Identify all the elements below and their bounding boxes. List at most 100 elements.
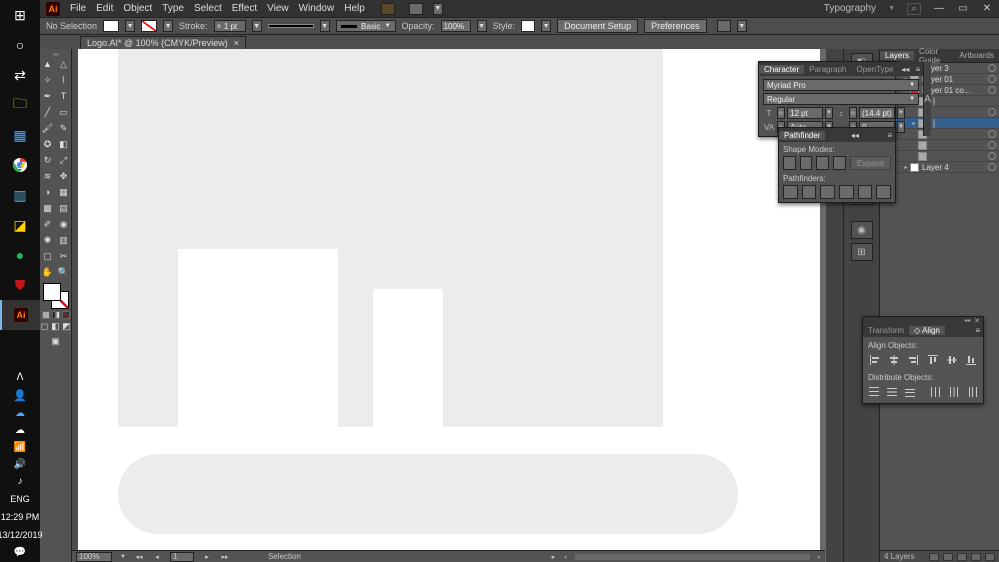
tab-character[interactable]: Character	[759, 65, 804, 74]
leading-stepper[interactable]: ≎	[849, 107, 857, 119]
wifi-icon[interactable]: 📶	[14, 442, 26, 453]
arrange-docs-menu[interactable]: ▼	[433, 3, 443, 15]
clock-time[interactable]: 12:29 PM	[1, 511, 40, 523]
menu-type[interactable]: Type	[162, 3, 184, 14]
fill-swatch[interactable]	[103, 20, 119, 32]
artboard-tool[interactable]: ▢	[41, 249, 55, 263]
pen-tool[interactable]: ✒	[41, 89, 55, 103]
menu-edit[interactable]: Edit	[96, 3, 113, 14]
target-icon[interactable]	[988, 152, 996, 160]
zoom-tool[interactable]: 🔍	[57, 265, 71, 279]
new-sublayer-icon[interactable]	[957, 553, 967, 561]
pathfinder-collapse-icon[interactable]: ◂◂	[848, 131, 862, 140]
align-bottom-button[interactable]	[965, 353, 978, 367]
target-icon[interactable]	[988, 141, 996, 149]
start-button[interactable]: ⊞	[0, 0, 40, 30]
color-mode-icon[interactable]	[42, 311, 50, 319]
align-vcenter-button[interactable]	[945, 353, 958, 367]
fill-menu[interactable]: ▼	[125, 20, 135, 32]
fill-stroke-swatch[interactable]	[43, 283, 69, 309]
slice-tool[interactable]: ✂	[57, 249, 71, 263]
selection-tool[interactable]: ▲	[41, 57, 55, 71]
people-icon[interactable]: 👤	[13, 389, 27, 402]
align-top-button[interactable]	[926, 353, 939, 367]
locate-object-icon[interactable]	[929, 553, 939, 561]
stroke-profile[interactable]	[268, 24, 314, 28]
window-maximize[interactable]: ▭	[957, 3, 969, 15]
preferences-button[interactable]: Preferences	[644, 19, 707, 33]
magic-wand-tool[interactable]: ✧	[41, 73, 55, 87]
trim-button[interactable]	[802, 185, 817, 199]
menu-effect[interactable]: Effect	[232, 3, 257, 14]
layer-row[interactable]: 👁	[880, 140, 999, 151]
font-size-input[interactable]: 12 pt	[787, 107, 823, 119]
target-icon[interactable]	[988, 75, 996, 83]
intersect-button[interactable]	[816, 156, 829, 170]
brush-definition[interactable]: Basic▼	[336, 20, 396, 32]
search-icon[interactable]: ⌕	[907, 3, 921, 15]
bridge-icon[interactable]	[381, 3, 395, 15]
disclosure-icon[interactable]: ▸	[902, 164, 910, 171]
direct-selection-tool[interactable]: △	[57, 57, 71, 71]
align-collapse-icon[interactable]: ◂◂	[964, 317, 970, 323]
minus-back-button[interactable]	[876, 185, 891, 199]
mcafee-icon[interactable]: ⛊	[0, 270, 40, 300]
distribute-top-button[interactable]	[868, 385, 880, 399]
menu-object[interactable]: Object	[123, 3, 152, 14]
minus-front-button[interactable]	[800, 156, 813, 170]
distribute-left-button[interactable]	[930, 385, 942, 399]
unite-button[interactable]	[783, 156, 796, 170]
exclude-button[interactable]	[833, 156, 846, 170]
none-mode-icon[interactable]	[62, 311, 70, 319]
menu-window[interactable]: Window	[299, 3, 335, 14]
workspace-switcher[interactable]: Typography	[824, 3, 876, 14]
column-graph-tool[interactable]: ▥	[57, 233, 71, 247]
paintbrush-tool[interactable]: 🖌	[41, 121, 55, 135]
zoom-level-input[interactable]: 100%	[76, 552, 112, 562]
target-icon[interactable]	[988, 64, 996, 72]
music-icon[interactable]: ♪	[18, 476, 23, 487]
target-icon[interactable]	[988, 108, 996, 116]
cloud-icon[interactable]: ☁	[15, 425, 25, 436]
align-hcenter-button[interactable]	[887, 353, 900, 367]
dock-appearance-icon[interactable]: ◉	[851, 221, 873, 239]
window-close[interactable]: ✕	[981, 3, 993, 15]
distribute-bottom-button[interactable]	[904, 385, 916, 399]
align-to-menu[interactable]: ▼	[737, 20, 747, 32]
tab-artboards[interactable]: Artboards	[954, 51, 999, 60]
chrome-icon[interactable]	[0, 150, 40, 180]
merge-button[interactable]	[820, 185, 835, 199]
draw-normal-icon[interactable]: ◻	[40, 322, 49, 331]
opacity-input[interactable]: 100%	[441, 20, 471, 32]
menu-file[interactable]: File	[70, 3, 86, 14]
stroke-weight-menu[interactable]: ▼	[252, 20, 262, 32]
align-to-icon[interactable]	[717, 20, 731, 32]
panel-menu-icon[interactable]: ≡	[912, 65, 923, 74]
hand-tool[interactable]: ✋	[41, 265, 55, 279]
menu-view[interactable]: View	[267, 3, 289, 14]
explorer-icon[interactable]: 🗀	[0, 90, 40, 120]
rectangle-tool[interactable]: ▭	[57, 105, 71, 119]
align-menu-icon[interactable]: ≡	[972, 326, 983, 335]
line-tool[interactable]: ╱	[41, 105, 55, 119]
expand-button[interactable]: Expand	[850, 156, 891, 170]
divide-button[interactable]	[783, 185, 798, 199]
new-layer-icon[interactable]	[971, 553, 981, 561]
align-right-button[interactable]	[907, 353, 920, 367]
word-icon[interactable]: ▦	[0, 120, 40, 150]
leading-input[interactable]: (14.4 pt)	[859, 107, 895, 119]
draw-behind-icon[interactable]: ◧	[51, 322, 60, 331]
opacity-menu[interactable]: ▼	[477, 20, 487, 32]
document-tab-close[interactable]: ×	[234, 38, 239, 48]
lasso-tool[interactable]: ⌇	[57, 73, 71, 87]
leading-menu[interactable]: ▼	[897, 107, 905, 119]
distribute-vcenter-button[interactable]	[886, 385, 898, 399]
tab-layers[interactable]: Layers	[880, 51, 914, 60]
notifications-icon[interactable]: 💬	[14, 547, 26, 558]
window-minimize[interactable]: —	[933, 3, 945, 15]
make-clip-icon[interactable]	[943, 553, 953, 561]
task-view-icon[interactable]: ⇄	[0, 60, 40, 90]
stroke-swatch[interactable]	[141, 20, 157, 32]
target-icon[interactable]	[933, 97, 935, 106]
app-icon-1[interactable]: ▥	[0, 180, 40, 210]
